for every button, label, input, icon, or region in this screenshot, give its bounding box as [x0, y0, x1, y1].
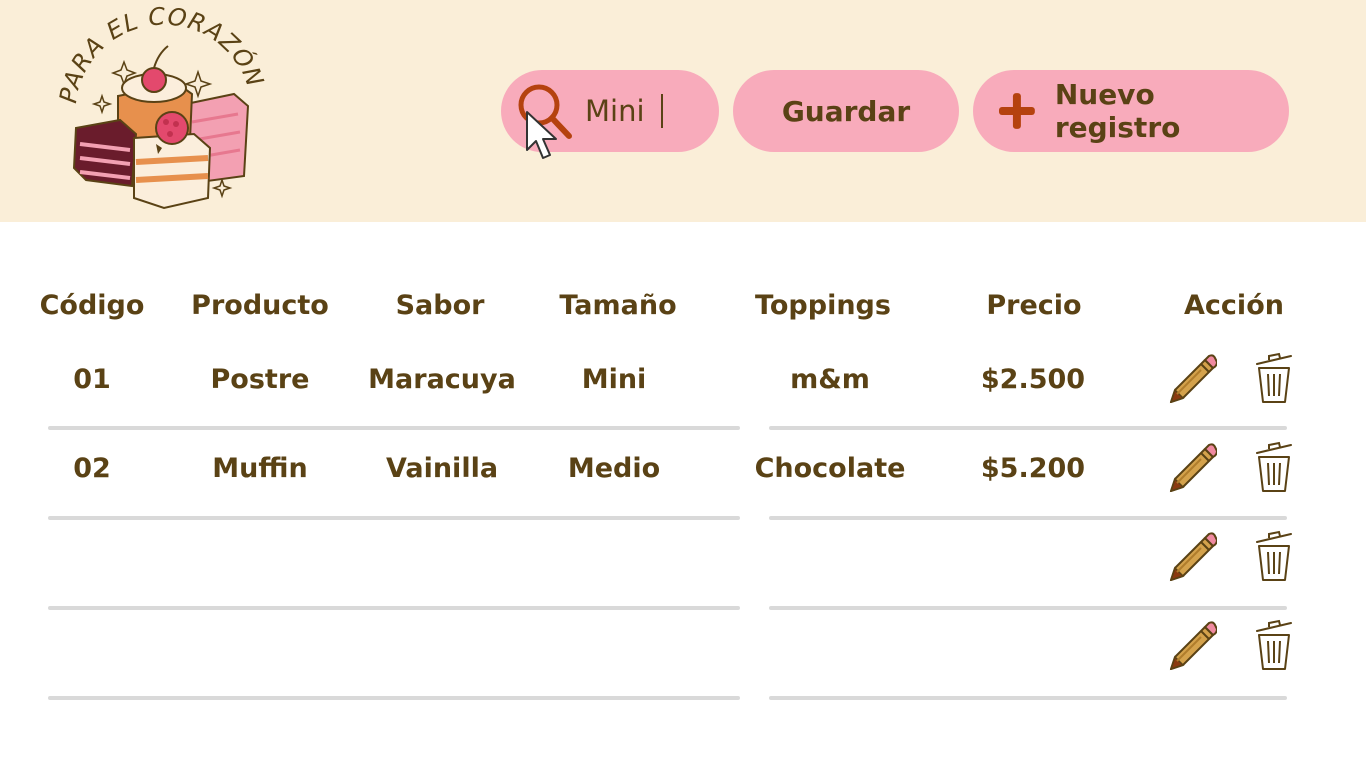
- trash-icon[interactable]: [1247, 617, 1301, 671]
- plus-icon: [998, 93, 1035, 129]
- row-divider: [769, 606, 1287, 610]
- row-divider: [769, 696, 1287, 700]
- new-record-button[interactable]: Nuevo registro: [973, 70, 1289, 152]
- pencil-icon[interactable]: [1163, 354, 1219, 408]
- trash-icon[interactable]: [1247, 350, 1301, 404]
- header-producto: Producto: [191, 290, 329, 321]
- row-divider: [48, 696, 740, 700]
- search-input[interactable]: Mini: [585, 94, 645, 128]
- cell-producto: Muffin: [212, 453, 308, 484]
- header-precio: Precio: [986, 290, 1082, 321]
- header-accion: Acción: [1184, 290, 1284, 321]
- header-sabor: Sabor: [395, 290, 485, 321]
- row-divider: [48, 426, 740, 430]
- save-button[interactable]: Guardar: [733, 70, 959, 152]
- pencil-icon[interactable]: [1163, 621, 1219, 675]
- cell-codigo: 01: [73, 364, 111, 395]
- text-caret: [660, 94, 663, 128]
- cell-precio: $5.200: [980, 453, 1086, 484]
- header-toppings: Toppings: [755, 290, 891, 321]
- cell-toppings: m&m: [790, 364, 870, 395]
- cell-codigo: 02: [73, 453, 111, 484]
- cell-precio: $2.500: [980, 364, 1086, 395]
- mouse-cursor-icon: [526, 111, 557, 159]
- cell-toppings: Chocolate: [754, 453, 906, 484]
- trash-icon[interactable]: [1247, 439, 1301, 493]
- cell-sabor: Vainilla: [385, 453, 499, 484]
- cell-sabor: Maracuya: [368, 364, 516, 395]
- cell-tamano: Mini: [581, 364, 647, 395]
- pencil-icon[interactable]: [1163, 532, 1219, 586]
- header-bar: PARA EL CORAZÓN Mini: [0, 0, 1366, 222]
- save-button-label: Guardar: [781, 94, 911, 128]
- new-record-label: Nuevo registro: [1054, 78, 1181, 144]
- pencil-icon[interactable]: [1163, 443, 1219, 497]
- cupcakes-logo: PARA EL CORAZÓN: [58, 4, 268, 210]
- cell-producto: Postre: [210, 364, 310, 395]
- header-tamano: Tamaño: [559, 290, 677, 321]
- row-divider: [48, 516, 740, 520]
- row-divider: [769, 426, 1287, 430]
- cell-tamano: Medio: [567, 453, 661, 484]
- row-divider: [769, 516, 1287, 520]
- header-codigo: Código: [39, 290, 145, 321]
- row-divider: [48, 606, 740, 610]
- trash-icon[interactable]: [1247, 528, 1301, 582]
